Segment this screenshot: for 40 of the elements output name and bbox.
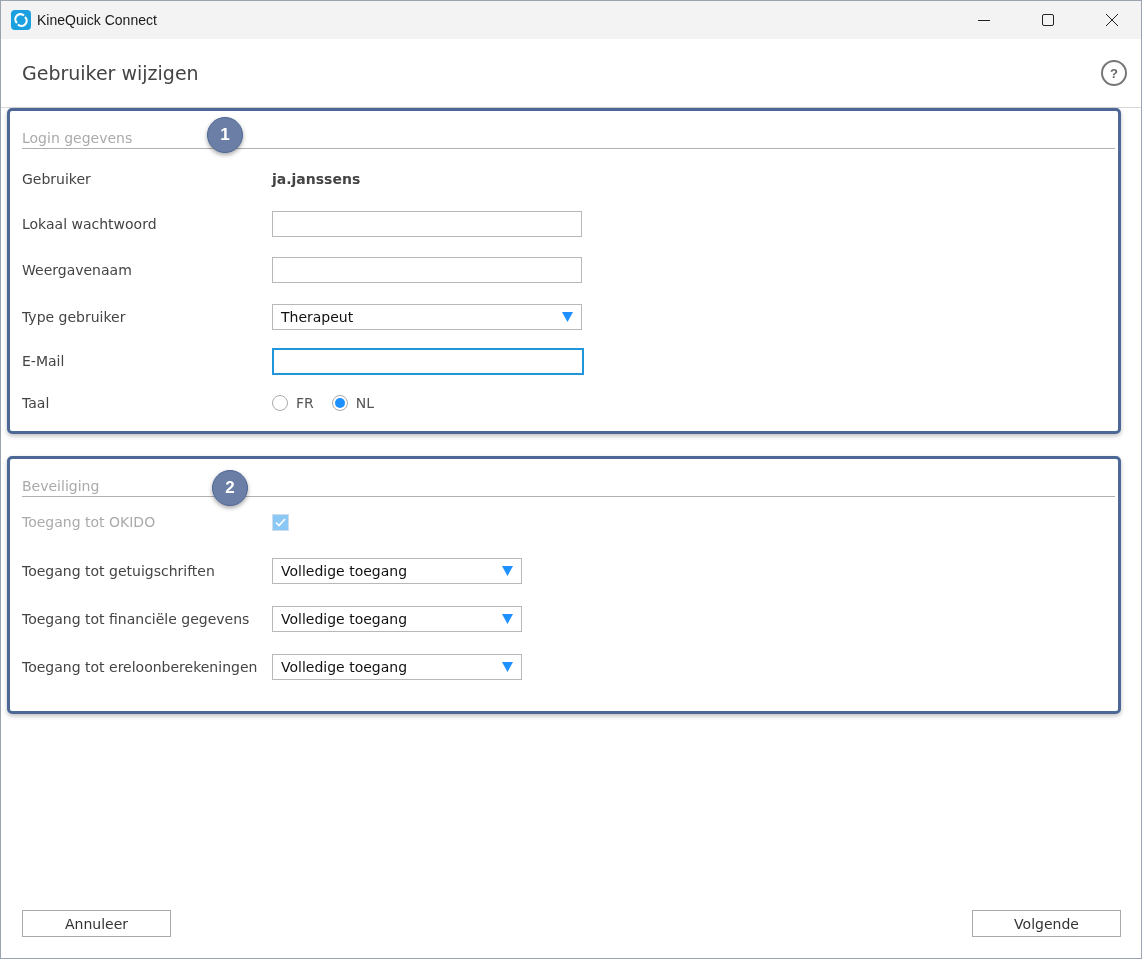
field-label: Toegang tot financiële gegevens [22,611,251,627]
dropdown[interactable]: Volledige toegang [272,558,522,584]
radio-option[interactable]: FR [272,395,314,411]
field-label: Gebruiker [22,171,92,187]
field-label: Type gebruiker [22,309,127,325]
dropdown[interactable]: Volledige toegang [272,654,522,680]
input-field[interactable] [272,347,584,375]
dropdown[interactable]: Volledige toegang [272,606,522,632]
page-title: Gebruiker wijzigen [22,62,199,84]
field-label: Toegang tot getuigschriften [22,563,216,579]
help-button[interactable]: ? [1101,60,1127,86]
username-value: ja.janssens [272,171,361,187]
input-field[interactable] [272,211,582,237]
number-badge: 1 [207,117,243,153]
app-logo-icon [11,10,31,30]
field-label: E-Mail [22,353,66,369]
dropdown-arrow-icon [502,662,513,672]
number-badge: 2 [212,470,248,506]
input-field[interactable] [272,257,582,283]
checkmark-icon [275,517,286,527]
dropdown-arrow-icon [502,566,513,576]
radio-icon[interactable] [331,395,348,411]
footer-button[interactable]: Volgende [972,910,1121,937]
minimize-icon [978,19,990,21]
maximize-icon [1042,14,1054,26]
field-label: Toegang tot OKIDO [22,514,157,530]
field-label: Lokaal wachtwoord [22,216,158,232]
window-title: KineQuick Connect [37,12,158,28]
close-icon [1106,14,1118,26]
radio-icon[interactable] [272,395,288,411]
section-title: Login gegevens [22,130,133,146]
field-label: Toegang tot ereloonberekeningen [22,659,259,675]
field-label: Weergavenaam [22,262,133,278]
dropdown-arrow-icon [502,614,513,624]
dropdown[interactable]: Therapeut [272,304,582,330]
section-title: Beveiliging [22,478,100,494]
radio-option[interactable]: NL [331,395,375,411]
footer-button[interactable]: Annuleer [22,910,171,937]
dropdown-arrow-icon [562,312,573,322]
field-label: Taal [22,395,51,411]
